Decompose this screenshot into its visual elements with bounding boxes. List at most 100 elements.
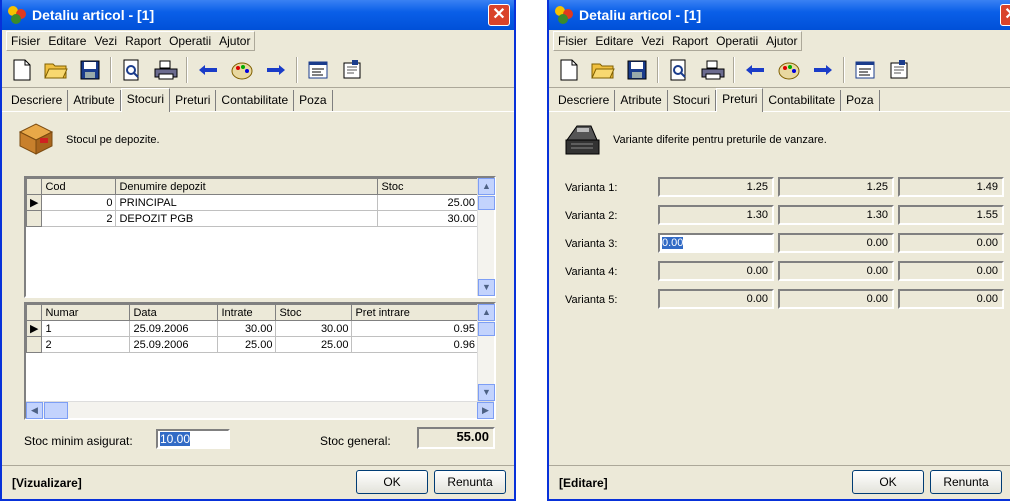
variant-label: Varianta 2: bbox=[565, 210, 618, 222]
variant-price-field[interactable]: 0.00 bbox=[778, 261, 894, 281]
tab-contabilitate[interactable]: Contabilitate bbox=[763, 90, 842, 111]
title-bar[interactable]: Detaliu articol - [1] ✕ bbox=[2, 0, 514, 30]
col-numar[interactable]: Numar bbox=[41, 304, 131, 321]
menu-editare[interactable]: Editare bbox=[591, 34, 637, 48]
variant-price-field[interactable]: 0.00 bbox=[658, 233, 774, 253]
variant-price-field[interactable]: 0.00 bbox=[778, 289, 894, 309]
variant-price-field[interactable]: 0.00 bbox=[898, 289, 1004, 309]
open-folder-icon[interactable] bbox=[42, 56, 70, 84]
properties-icon[interactable] bbox=[885, 56, 913, 84]
variant-price-field[interactable]: 0.00 bbox=[778, 233, 894, 253]
variant-label: Varianta 1: bbox=[565, 182, 618, 194]
scroll-thumb[interactable] bbox=[478, 196, 495, 210]
variant-price-field[interactable]: 0.00 bbox=[658, 289, 774, 309]
col-cod[interactable]: Cod bbox=[41, 178, 117, 195]
tab-preturi[interactable]: Preturi bbox=[170, 90, 217, 111]
close-button[interactable]: ✕ bbox=[1000, 4, 1010, 26]
scroll-thumb[interactable] bbox=[478, 322, 495, 336]
table-row[interactable]: ▶ 1 25.09.2006 30.00 30.00 0.95 bbox=[25, 320, 479, 337]
form-view-icon[interactable] bbox=[304, 56, 332, 84]
stoc-minim-input[interactable]: 10.00 bbox=[156, 429, 230, 449]
menu-raport[interactable]: Raport bbox=[668, 34, 712, 48]
scroll-down-icon[interactable]: ▼ bbox=[478, 279, 495, 296]
tab-descriere[interactable]: Descriere bbox=[553, 90, 616, 111]
table-row[interactable]: 2 25.09.2006 25.00 25.00 0.96 bbox=[25, 336, 479, 353]
menu-vezi[interactable]: Vezi bbox=[90, 34, 121, 48]
open-folder-icon[interactable] bbox=[589, 56, 617, 84]
depozit-grid[interactable]: Cod Denumire depozit Stoc ▶ 0 PRINCIPAL … bbox=[24, 176, 496, 298]
cancel-button[interactable]: Renunta bbox=[434, 470, 506, 494]
variant-price-field[interactable]: 1.25 bbox=[658, 177, 774, 197]
close-button[interactable]: ✕ bbox=[488, 4, 510, 26]
ok-button[interactable]: OK bbox=[852, 470, 924, 494]
save-disk-icon[interactable] bbox=[623, 56, 651, 84]
variant-price-field[interactable]: 1.25 bbox=[778, 177, 894, 197]
title-bar[interactable]: Detaliu articol - [1] ✕ bbox=[549, 0, 1010, 30]
save-disk-icon[interactable] bbox=[76, 56, 104, 84]
arrow-right-icon[interactable] bbox=[262, 56, 290, 84]
tab-atribute[interactable]: Atribute bbox=[68, 90, 121, 111]
tab-poza[interactable]: Poza bbox=[294, 90, 333, 111]
scroll-left-icon[interactable]: ◀ bbox=[26, 402, 43, 419]
arrow-left-icon[interactable] bbox=[194, 56, 222, 84]
print-icon[interactable] bbox=[699, 56, 727, 84]
cancel-button[interactable]: Renunta bbox=[930, 470, 1002, 494]
stoc-minim-label: Stoc minim asigurat: bbox=[24, 434, 133, 448]
vertical-scrollbar[interactable]: ▲ ▼ bbox=[477, 178, 495, 296]
vertical-scrollbar[interactable]: ▲ ▼ bbox=[477, 304, 495, 401]
menu-fisier[interactable]: Fisier bbox=[554, 34, 591, 48]
col-data[interactable]: Data bbox=[129, 304, 219, 321]
menu-ajutor[interactable]: Ajutor bbox=[762, 34, 801, 48]
arrow-right-icon[interactable] bbox=[809, 56, 837, 84]
col-stoc[interactable]: Stoc bbox=[377, 178, 479, 195]
menu-fisier[interactable]: Fisier bbox=[7, 34, 44, 48]
menu-operatii[interactable]: Operatii bbox=[712, 34, 762, 48]
tab-poza[interactable]: Poza bbox=[841, 90, 880, 111]
tab-strip: Descriere Atribute Stocuri Preturi Conta… bbox=[2, 88, 514, 112]
menu-vezi[interactable]: Vezi bbox=[637, 34, 668, 48]
col-stoc[interactable]: Stoc bbox=[275, 304, 353, 321]
arrow-left-icon[interactable] bbox=[741, 56, 769, 84]
scroll-up-icon[interactable]: ▲ bbox=[478, 178, 495, 195]
variant-price-field[interactable]: 0.00 bbox=[898, 261, 1004, 281]
table-row[interactable]: ▶ 0 PRINCIPAL 25.00 bbox=[25, 194, 479, 211]
variant-price-field[interactable]: 1.55 bbox=[898, 205, 1004, 225]
preview-icon[interactable] bbox=[665, 56, 693, 84]
ok-button[interactable]: OK bbox=[356, 470, 428, 494]
horizontal-scrollbar[interactable]: ◀ ▶ bbox=[26, 401, 494, 419]
col-pret-intrare[interactable]: Pret intrare bbox=[351, 304, 479, 321]
print-icon[interactable] bbox=[152, 56, 180, 84]
miscari-grid[interactable]: Numar Data Intrate Stoc Pret intrare ▶ 1… bbox=[24, 302, 496, 420]
tab-atribute[interactable]: Atribute bbox=[615, 90, 668, 111]
menu-operatii[interactable]: Operatii bbox=[165, 34, 215, 48]
col-denumire[interactable]: Denumire depozit bbox=[115, 178, 379, 195]
tab-stocuri[interactable]: Stocuri bbox=[120, 88, 171, 112]
new-document-icon[interactable] bbox=[8, 56, 36, 84]
scroll-right-icon[interactable]: ▶ bbox=[477, 402, 494, 419]
properties-icon[interactable] bbox=[338, 56, 366, 84]
variant-price-field[interactable]: 0.00 bbox=[898, 233, 1004, 253]
palette-icon[interactable] bbox=[775, 56, 803, 84]
variant-price-field[interactable]: 1.30 bbox=[658, 205, 774, 225]
table-row[interactable]: 2 DEPOZIT PGB 30.00 bbox=[25, 210, 479, 227]
tab-preturi[interactable]: Preturi bbox=[716, 88, 764, 112]
row-indicator-icon: ▶ bbox=[25, 194, 43, 211]
palette-icon[interactable] bbox=[228, 56, 256, 84]
preview-icon[interactable] bbox=[118, 56, 146, 84]
variant-price-field[interactable]: 0.00 bbox=[658, 261, 774, 281]
scroll-up-icon[interactable]: ▲ bbox=[478, 304, 495, 321]
scroll-down-icon[interactable]: ▼ bbox=[478, 384, 495, 401]
new-document-icon[interactable] bbox=[555, 56, 583, 84]
col-intrate[interactable]: Intrate bbox=[217, 304, 277, 321]
menu-raport[interactable]: Raport bbox=[121, 34, 165, 48]
tab-contabilitate[interactable]: Contabilitate bbox=[216, 90, 295, 111]
variant-price-field[interactable]: 1.49 bbox=[898, 177, 1004, 197]
variant-price-field[interactable]: 1.30 bbox=[778, 205, 894, 225]
tab-descriere[interactable]: Descriere bbox=[6, 90, 69, 111]
tab-stocuri[interactable]: Stocuri bbox=[668, 90, 717, 111]
form-view-icon[interactable] bbox=[851, 56, 879, 84]
menu-ajutor[interactable]: Ajutor bbox=[215, 34, 254, 48]
scroll-thumb[interactable] bbox=[44, 402, 68, 419]
section-header-text: Stocul pe depozite. bbox=[66, 134, 160, 146]
menu-editare[interactable]: Editare bbox=[44, 34, 90, 48]
